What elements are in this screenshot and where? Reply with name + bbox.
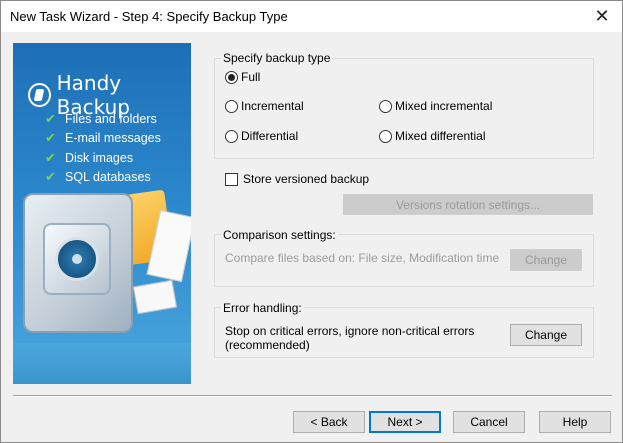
backup-type-legend: Specify backup type xyxy=(221,51,333,65)
error-handling-legend: Error handling: xyxy=(221,301,304,315)
wizard-banner: Handy Backup ✔ Files and folders ✔ E-mail … xyxy=(13,43,191,384)
radio-full[interactable]: Full xyxy=(225,70,260,84)
radio-mixed-incremental[interactable]: Mixed incremental xyxy=(379,99,492,113)
radio-incremental-label: Incremental xyxy=(241,99,304,113)
check-icon: ✔ xyxy=(45,130,56,146)
error-handling-change-button[interactable]: Change xyxy=(510,324,582,346)
window-title: New Task Wizard - Step 4: Specify Backup… xyxy=(10,9,288,24)
comparison-description: Compare files based on: File size, Modif… xyxy=(225,251,500,265)
check-icon: ✔ xyxy=(45,110,56,126)
versions-rotation-settings-button[interactable]: Versions rotation settings... xyxy=(343,194,593,215)
handy-backup-logo-icon xyxy=(28,83,51,107)
feature-item: ✔ E-mail messages xyxy=(45,130,161,146)
back-button[interactable]: < Back xyxy=(293,411,365,433)
banner-footer xyxy=(13,343,191,384)
footer-separator xyxy=(13,395,612,397)
check-icon: ✔ xyxy=(45,149,56,165)
store-versioned-checkbox-box xyxy=(225,172,238,186)
help-button[interactable]: Help xyxy=(539,411,611,433)
radio-mixed-differential[interactable]: Mixed differential xyxy=(379,129,486,143)
comparison-change-button[interactable]: Change xyxy=(510,249,582,271)
store-versioned-label: Store versioned backup xyxy=(243,172,370,186)
title-bar: New Task Wizard - Step 4: Specify Backup… xyxy=(1,1,622,32)
radio-mixed-incremental-indicator xyxy=(379,99,392,113)
radio-mixed-differential-indicator xyxy=(379,129,392,143)
store-versioned-checkbox[interactable]: Store versioned backup xyxy=(225,172,369,186)
radio-full-indicator xyxy=(225,70,238,84)
backup-type-group: Specify backup type Full Incremental Mix… xyxy=(214,51,594,159)
radio-differential-label: Differential xyxy=(241,129,299,143)
error-handling-group: Error handling: Stop on critical errors,… xyxy=(214,301,594,358)
radio-differential-indicator xyxy=(225,129,238,143)
cancel-button[interactable]: Cancel xyxy=(453,411,525,433)
wizard-window: New Task Wizard - Step 4: Specify Backup… xyxy=(0,0,623,443)
radio-full-label: Full xyxy=(241,70,261,84)
radio-mixed-differential-label: Mixed differential xyxy=(395,129,486,143)
radio-incremental-indicator xyxy=(225,99,238,113)
safe-illustration xyxy=(23,193,133,333)
comparison-settings-group: Comparison settings: Compare files based… xyxy=(214,228,594,287)
check-icon: ✔ xyxy=(45,169,56,185)
feature-item: ✔ Files and folders xyxy=(45,110,157,126)
safe-dial-icon xyxy=(55,237,99,281)
radio-differential[interactable]: Differential xyxy=(225,129,298,143)
radio-mixed-incremental-label: Mixed incremental xyxy=(395,99,493,113)
radio-incremental[interactable]: Incremental xyxy=(225,99,304,113)
close-icon: ✕ xyxy=(594,6,610,26)
comparison-settings-legend: Comparison settings: xyxy=(221,228,338,242)
feature-list: ✔ Files and folders ✔ E-mail messages ✔ Dis… xyxy=(45,109,161,187)
safe-door xyxy=(43,223,111,295)
close-button[interactable]: ✕ xyxy=(582,1,622,32)
feature-item: ✔ Disk images xyxy=(45,149,134,165)
envelope-illustration xyxy=(132,279,178,315)
feature-item: ✔ SQL databases xyxy=(45,169,151,185)
error-handling-description: Stop on critical errors, ignore non-crit… xyxy=(225,324,474,352)
error-handling-line-2: (recommended) xyxy=(225,338,310,352)
next-button[interactable]: Next > xyxy=(369,411,441,433)
error-handling-line-1: Stop on critical errors, ignore non-crit… xyxy=(225,324,475,338)
